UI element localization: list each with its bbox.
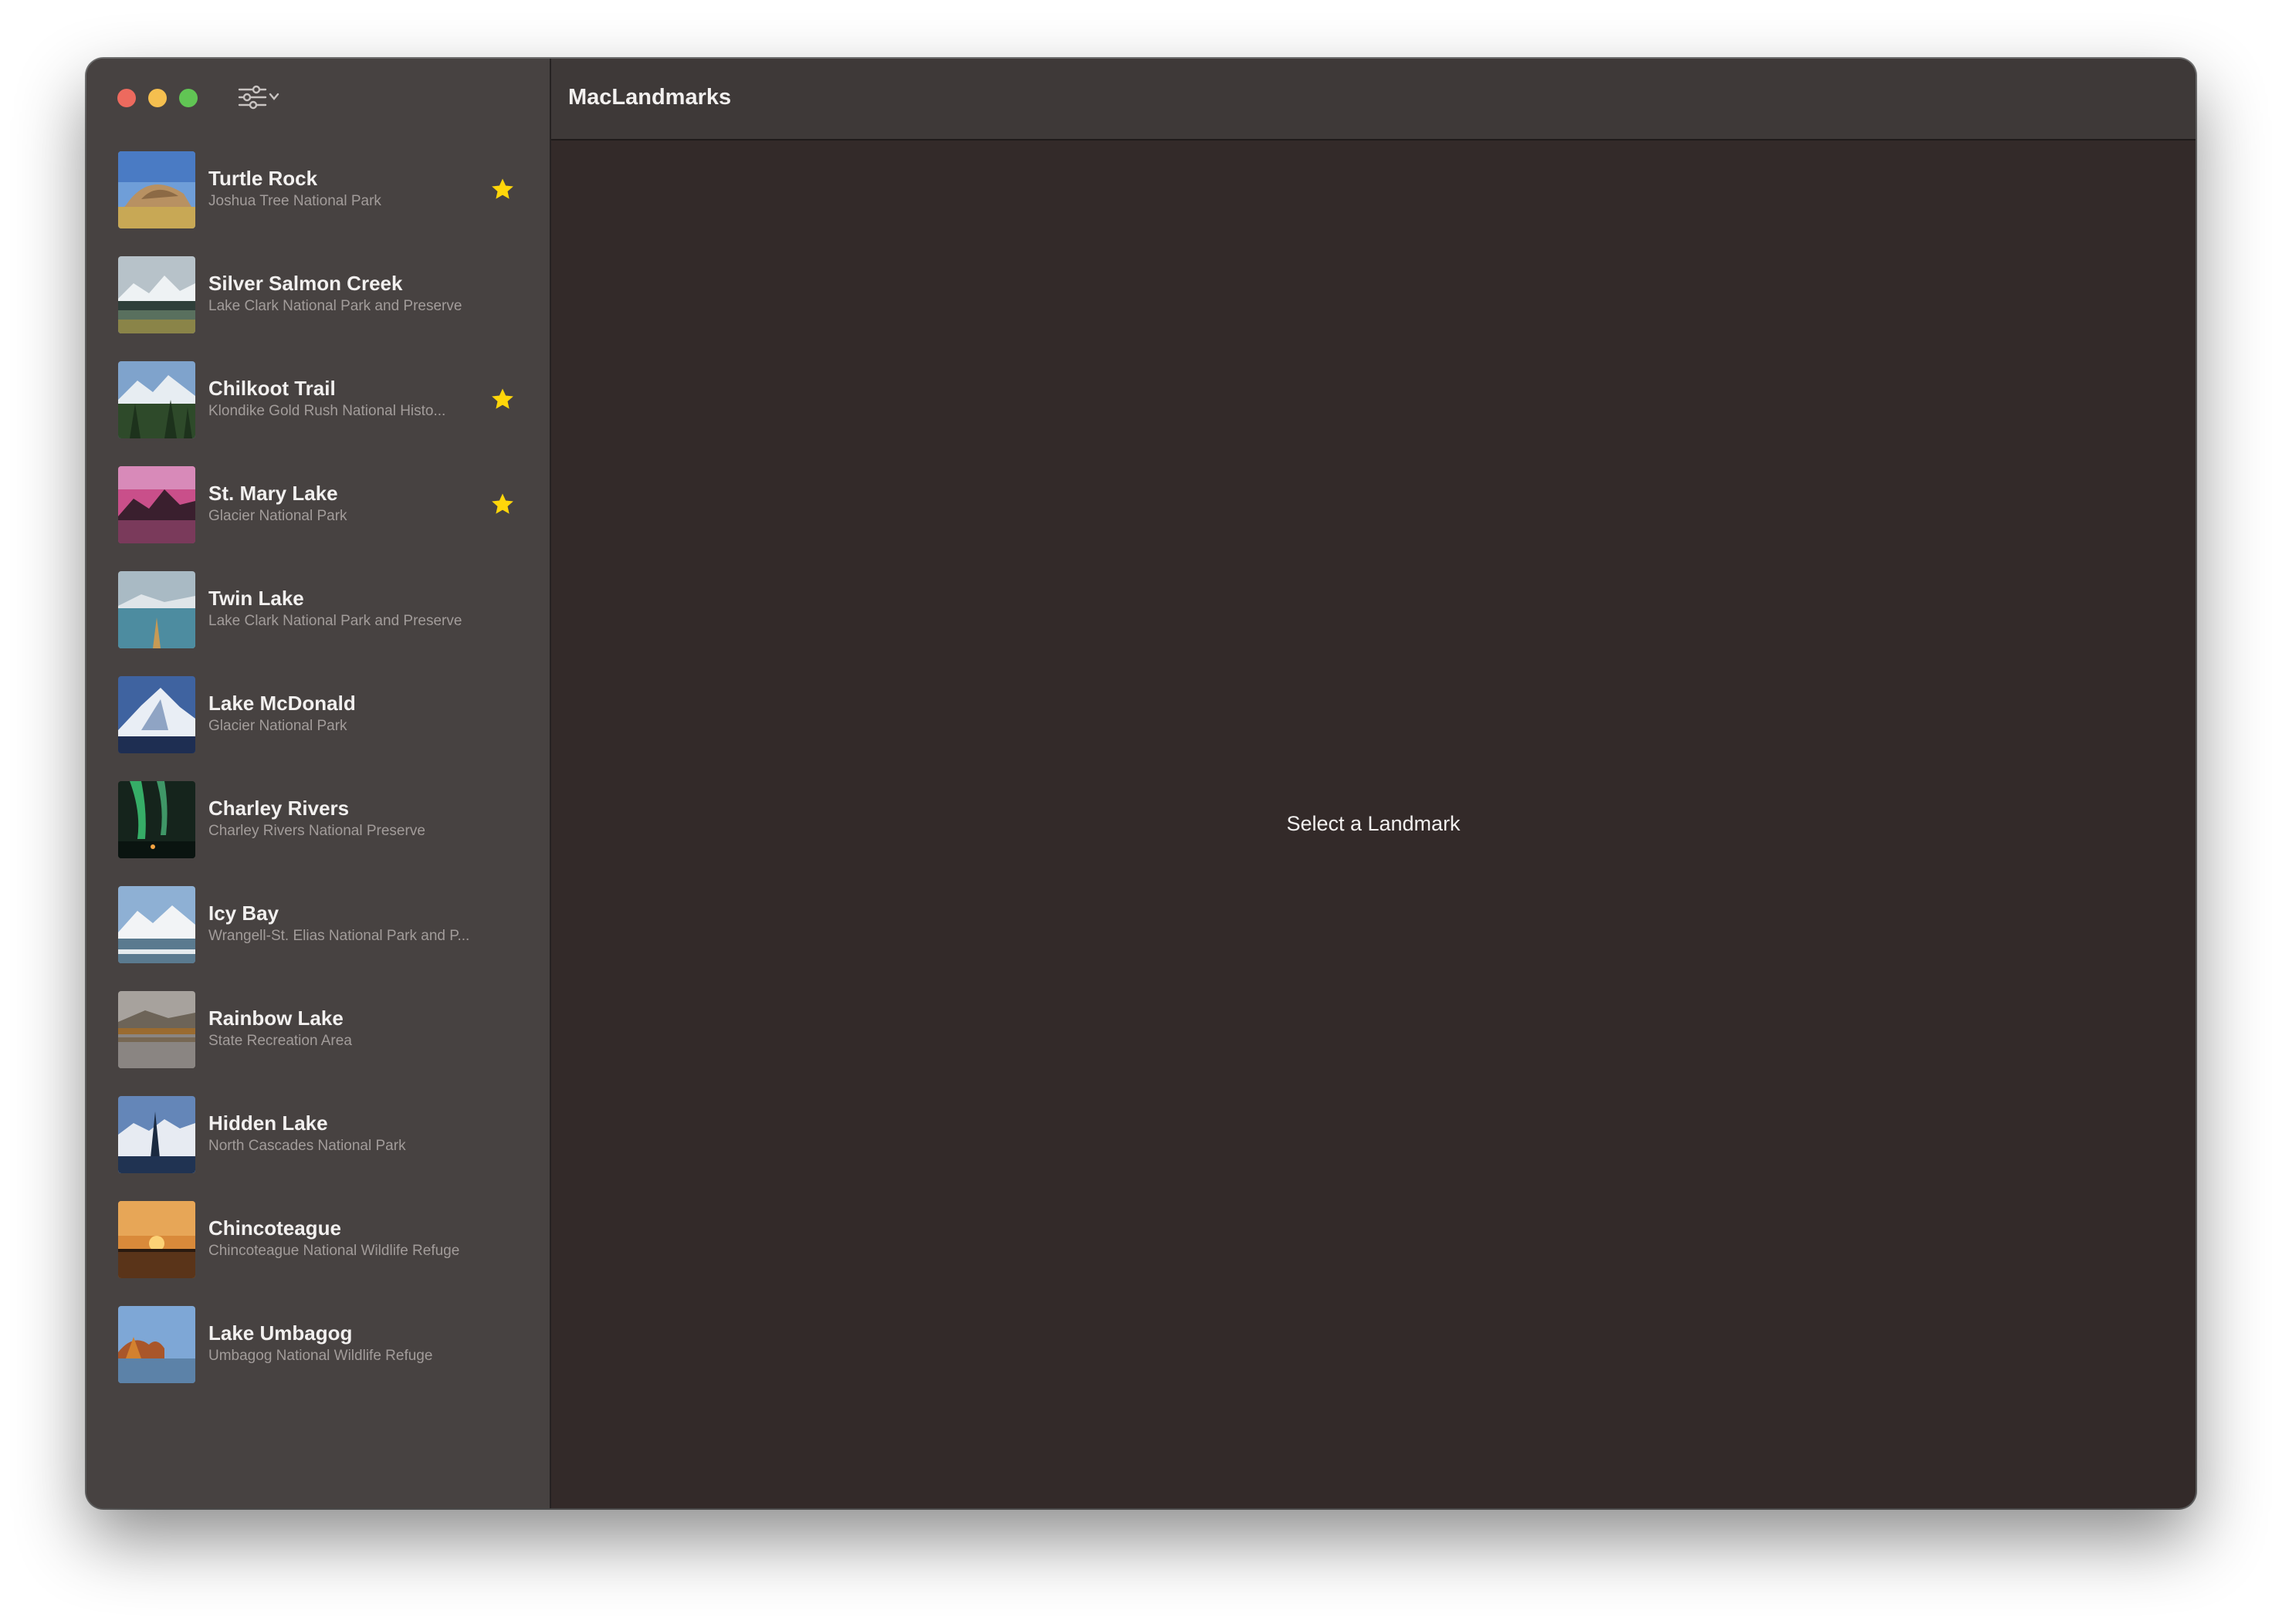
close-window-button[interactable]: [117, 89, 136, 107]
empty-selection-message: Select a Landmark: [1286, 812, 1461, 835]
landmark-name: Lake McDonald: [208, 692, 356, 715]
landmark-thumbnail: [118, 361, 195, 438]
landmark-name: Charley Rivers: [208, 797, 350, 820]
window-title: MacLandmarks: [568, 85, 732, 110]
landmark-row[interactable]: Lake Umbagog Umbagog National Wildlife Re…: [86, 1306, 550, 1411]
landmark-thumbnail: [118, 256, 195, 333]
landmark-thumbnail: [118, 1201, 195, 1278]
landmark-name: Lake Umbagog: [208, 1321, 353, 1345]
landmark-row[interactable]: Rainbow Lake State Recreation Area: [86, 991, 550, 1096]
landmark-park: Glacier National Park: [208, 718, 347, 734]
filter-menu-button[interactable]: [238, 83, 284, 111]
landmark-thumbnail: [118, 151, 195, 228]
landmark-thumbnail: [118, 781, 195, 858]
landmark-park: State Recreation Area: [208, 1033, 352, 1049]
landmark-row[interactable]: Hidden Lake North Cascades National Park: [86, 1096, 550, 1201]
toolbar: MacLandmarks: [551, 59, 2196, 140]
landmark-park: Glacier National Park: [208, 508, 347, 524]
landmark-name: Hidden Lake: [208, 1111, 328, 1135]
landmark-name: Turtle Rock: [208, 167, 318, 190]
landmark-park: North Cascades National Park: [208, 1138, 406, 1154]
favorite-star-icon: [489, 491, 516, 517]
landmark-row[interactable]: St. Mary Lake Glacier National Park: [86, 466, 550, 571]
landmark-name: Rainbow Lake: [208, 1007, 344, 1030]
landmark-name: Icy Bay: [208, 902, 279, 925]
favorite-star-icon: [489, 176, 516, 202]
landmark-park: Charley Rivers National Preserve: [208, 823, 425, 839]
landmark-row[interactable]: Chincoteague Chincoteague National Wildli…: [86, 1201, 550, 1306]
minimize-window-button[interactable]: [148, 89, 167, 107]
filter-icon: [238, 85, 279, 110]
landmark-thumbnail: [118, 571, 195, 648]
zoom-window-button[interactable]: [179, 89, 198, 107]
landmark-row[interactable]: Lake McDonald Glacier National Park: [86, 676, 550, 781]
favorite-star-icon: [489, 386, 516, 412]
landmark-row[interactable]: Chilkoot Trail Klondike Gold Rush Nationa…: [86, 361, 550, 466]
landmark-name: Chincoteague: [208, 1216, 341, 1240]
landmark-list: Turtle Rock Joshua Tree National Park Silv…: [86, 151, 550, 1411]
landmark-thumbnail: [118, 1306, 195, 1383]
landmark-park: Lake Clark National Park and Preserve: [208, 613, 462, 629]
landmark-name: Silver Salmon Creek: [208, 272, 403, 295]
landmark-thumbnail: [118, 466, 195, 543]
landmark-park: Lake Clark National Park and Preserve: [208, 298, 462, 314]
landmark-name: Chilkoot Trail: [208, 377, 336, 400]
landmark-park: Umbagog National Wildlife Refuge: [208, 1348, 433, 1364]
landmark-name: St. Mary Lake: [208, 482, 338, 505]
landmark-thumbnail: [118, 676, 195, 753]
landmark-name: Twin Lake: [208, 587, 304, 610]
landmark-row[interactable]: Silver Salmon Creek Lake Clark National P…: [86, 256, 550, 361]
sidebar: Turtle Rock Joshua Tree National Park Silv…: [86, 59, 551, 1508]
app-window: Turtle Rock Joshua Tree National Park Silv…: [86, 59, 2196, 1508]
landmark-thumbnail: [118, 1096, 195, 1173]
landmark-thumbnail: [118, 991, 195, 1068]
landmark-park: Chincoteague National Wildlife Refuge: [208, 1243, 460, 1259]
landmark-park: Joshua Tree National Park: [208, 193, 381, 209]
landmark-row[interactable]: Icy Bay Wrangell-St. Elias National Park …: [86, 886, 550, 991]
landmark-park: Klondike Gold Rush National Histo...: [208, 403, 446, 419]
landmark-thumbnail: [118, 886, 195, 963]
landmark-row[interactable]: Charley Rivers Charley Rivers National Pr…: [86, 781, 550, 886]
landmark-row[interactable]: Twin Lake Lake Clark National Park and Pr…: [86, 571, 550, 676]
landmark-park: Wrangell-St. Elias National Park and P..…: [208, 928, 470, 944]
landmark-row[interactable]: Turtle Rock Joshua Tree National Park: [86, 151, 550, 256]
